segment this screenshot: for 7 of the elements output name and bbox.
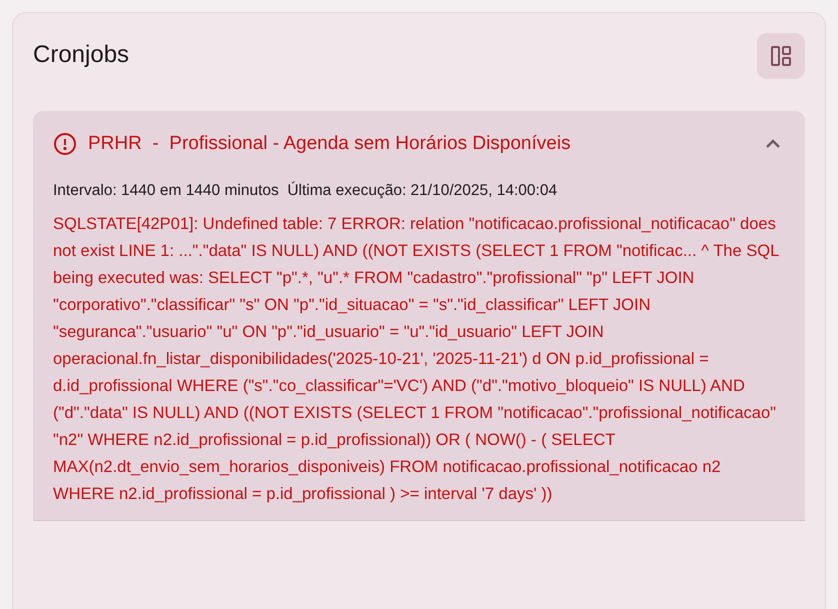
chevron-up-icon[interactable]	[765, 139, 781, 149]
job-info: Intervalo: 1440 em 1440 minutos Última execução: 21/10/2025, 14:00:04	[53, 180, 558, 201]
job-title[interactable]: PRHR - Profissional - Agenda sem Horários Disponíveis	[88, 130, 765, 158]
dashboard-icon	[770, 45, 792, 67]
layout-button[interactable]	[757, 33, 805, 79]
error-message: SQLSTATE[42P01]: Undefined table: 7 ERROR: relation "notificacao.profissional_notificacao" does not exist LINE 1: ..."."data" IS NULL) AND ((NOT EXISTS (SELECT 1 FROM "notificac... ^ The SQL being executed was: SELECT "p".*, "u".* FROM "cadastro"."profissional" "p" LEFT JOIN "corporativo"."classificar" "s" ON "p"."id_situacao" = "s"."id_classificar" LEFT JOIN "seguranca"."usuario" "u" ON "p"."id_usuario" = "u"."id_usuario" LEFT JOIN operacional.fn_listar_disponibilidades('2025-10-21', '2025-11-21') d ON p.id_profissional = d.id_profissional WHERE ("s"."co_classificar"='VC') AND ("d"."motivo_bloqueio" IS NULL) AND ("d"."data" IS NULL) AND ((NOT EXISTS (SELECT 1 FROM "notificacao"."profissional_notificacao" "n2" WHERE n2.id_profissional = p.id_profissional)) OR ( NOW() - ( SELECT MAX(n2.dt_envio_sem_horarios_disponiveis) FROM notificacao.profissional_notificacao n2 WHERE n2.id_profissional = p.id_profissional ) >= interval '7 days' ))	[53, 214, 780, 506]
card-title: Cronjobs	[33, 40, 130, 70]
